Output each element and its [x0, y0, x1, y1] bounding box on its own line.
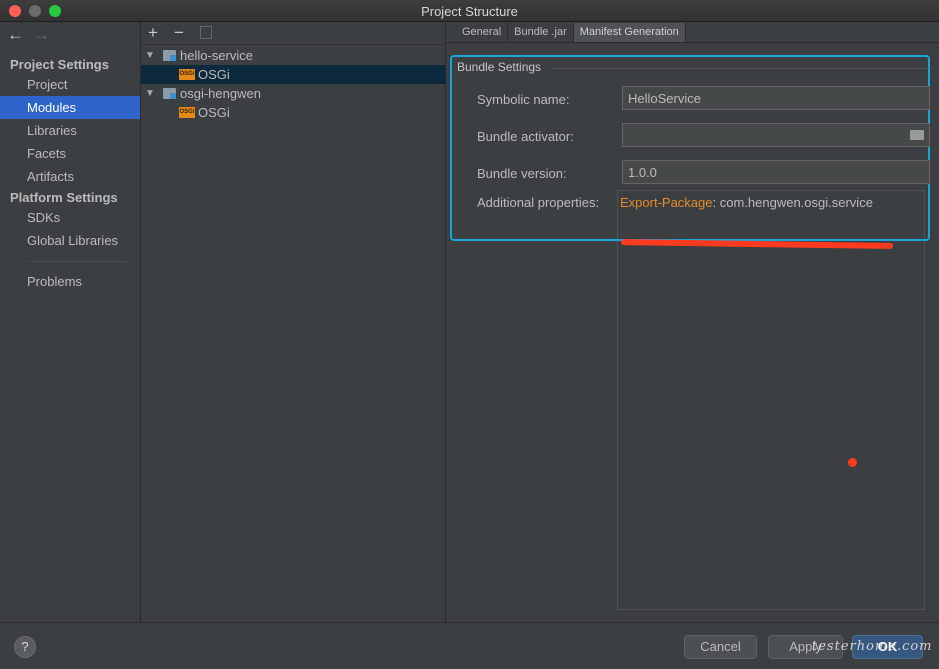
module-folder-icon — [163, 50, 176, 61]
sidebar-item-global-libraries[interactable]: Global Libraries — [0, 229, 140, 252]
tree-node-label: OSGi — [198, 67, 230, 82]
bundle-version-label: Bundle version: — [477, 166, 567, 181]
window-title: Project Structure — [421, 4, 518, 19]
tree-node-label: osgi-hengwen — [180, 86, 261, 101]
copy-icon[interactable] — [200, 26, 212, 39]
tree-toolbar: + − — [141, 22, 446, 45]
back-arrow-icon[interactable]: ← — [7, 25, 24, 45]
property-key: Export-Package — [620, 195, 713, 210]
symbolic-name-label: Symbolic name: — [477, 92, 570, 107]
bundle-settings-group: Bundle Settings Symbolic name: Bundle ac… — [450, 55, 930, 249]
facet-settings-panel: General Bundle .jar Manifest Generation … — [447, 22, 939, 622]
cancel-button[interactable]: Cancel — [684, 635, 757, 659]
sidebar-item-artifacts[interactable]: Artifacts — [0, 165, 140, 188]
sidebar-item-sdks[interactable]: SDKs — [0, 206, 140, 229]
tab-bundle-jar[interactable]: Bundle .jar — [508, 23, 574, 42]
dialog-button-bar: ? Cancel Apply OK testerhome.com — [0, 622, 939, 669]
facet-tabs: General Bundle .jar Manifest Generation — [456, 23, 686, 42]
module-tree-pane: + − ▼ hello-service OSGi OSGi ▼ osgi-hen… — [141, 22, 446, 622]
sidebar-item-facets[interactable]: Facets — [0, 142, 140, 165]
osgi-icon: OSGi — [179, 107, 195, 118]
tab-manifest-generation[interactable]: Manifest Generation — [573, 23, 686, 42]
property-value: com.hengwen.osgi.service — [716, 195, 873, 210]
browse-folder-icon[interactable] — [910, 130, 924, 140]
remove-icon[interactable]: − — [174, 23, 184, 43]
group-title-rule — [552, 68, 929, 69]
sidebar-item-modules[interactable]: Modules — [0, 96, 140, 119]
platform-settings-header: Platform Settings — [10, 190, 118, 205]
tabs-divider — [447, 42, 939, 43]
sidebar-divider — [27, 261, 127, 262]
tree-node-label: OSGi — [198, 105, 230, 120]
bundle-activator-input[interactable] — [622, 123, 930, 147]
bundle-activator-label: Bundle activator: — [477, 129, 574, 144]
additional-properties-editor[interactable] — [617, 190, 925, 610]
bundle-version-input[interactable] — [622, 160, 930, 184]
additional-properties-label: Additional properties: — [477, 195, 600, 210]
tab-general[interactable]: General — [456, 23, 509, 42]
forward-arrow-icon[interactable]: → — [33, 25, 50, 45]
sidebar-item-libraries[interactable]: Libraries — [0, 119, 140, 142]
expand-triangle-icon[interactable]: ▼ — [145, 84, 155, 103]
tree-node-osgi-facet[interactable]: OSGi OSGi — [141, 103, 446, 122]
navigation-bar: ← → — [0, 22, 141, 50]
sidebar-item-project[interactable]: Project — [0, 73, 140, 96]
additional-property-line[interactable]: Export-Package: com.hengwen.osgi.service — [620, 195, 873, 210]
expand-triangle-icon[interactable]: ▼ — [145, 46, 155, 65]
sidebar-item-problems[interactable]: Problems — [0, 270, 140, 293]
tree-node-osgi-facet[interactable]: OSGi OSGi — [141, 65, 446, 84]
osgi-icon: OSGi — [179, 69, 195, 80]
add-icon[interactable]: + — [148, 23, 158, 43]
settings-sidebar: ← → Project Settings Project Modules Lib… — [0, 22, 141, 622]
tree-node-label: hello-service — [180, 48, 253, 63]
tree-node-osgi-hengwen[interactable]: ▼ osgi-hengwen — [141, 84, 446, 103]
module-folder-icon — [163, 88, 176, 99]
red-dot-annotation — [848, 458, 857, 467]
testerhome-watermark: testerhome.com — [812, 639, 933, 654]
help-button[interactable]: ? — [14, 636, 36, 658]
title-bar: Project Structure — [0, 0, 939, 22]
bundle-settings-title: Bundle Settings — [457, 60, 542, 74]
symbolic-name-input[interactable] — [622, 86, 930, 110]
project-settings-header: Project Settings — [10, 57, 109, 72]
tree-node-hello-service[interactable]: ▼ hello-service — [141, 46, 446, 65]
